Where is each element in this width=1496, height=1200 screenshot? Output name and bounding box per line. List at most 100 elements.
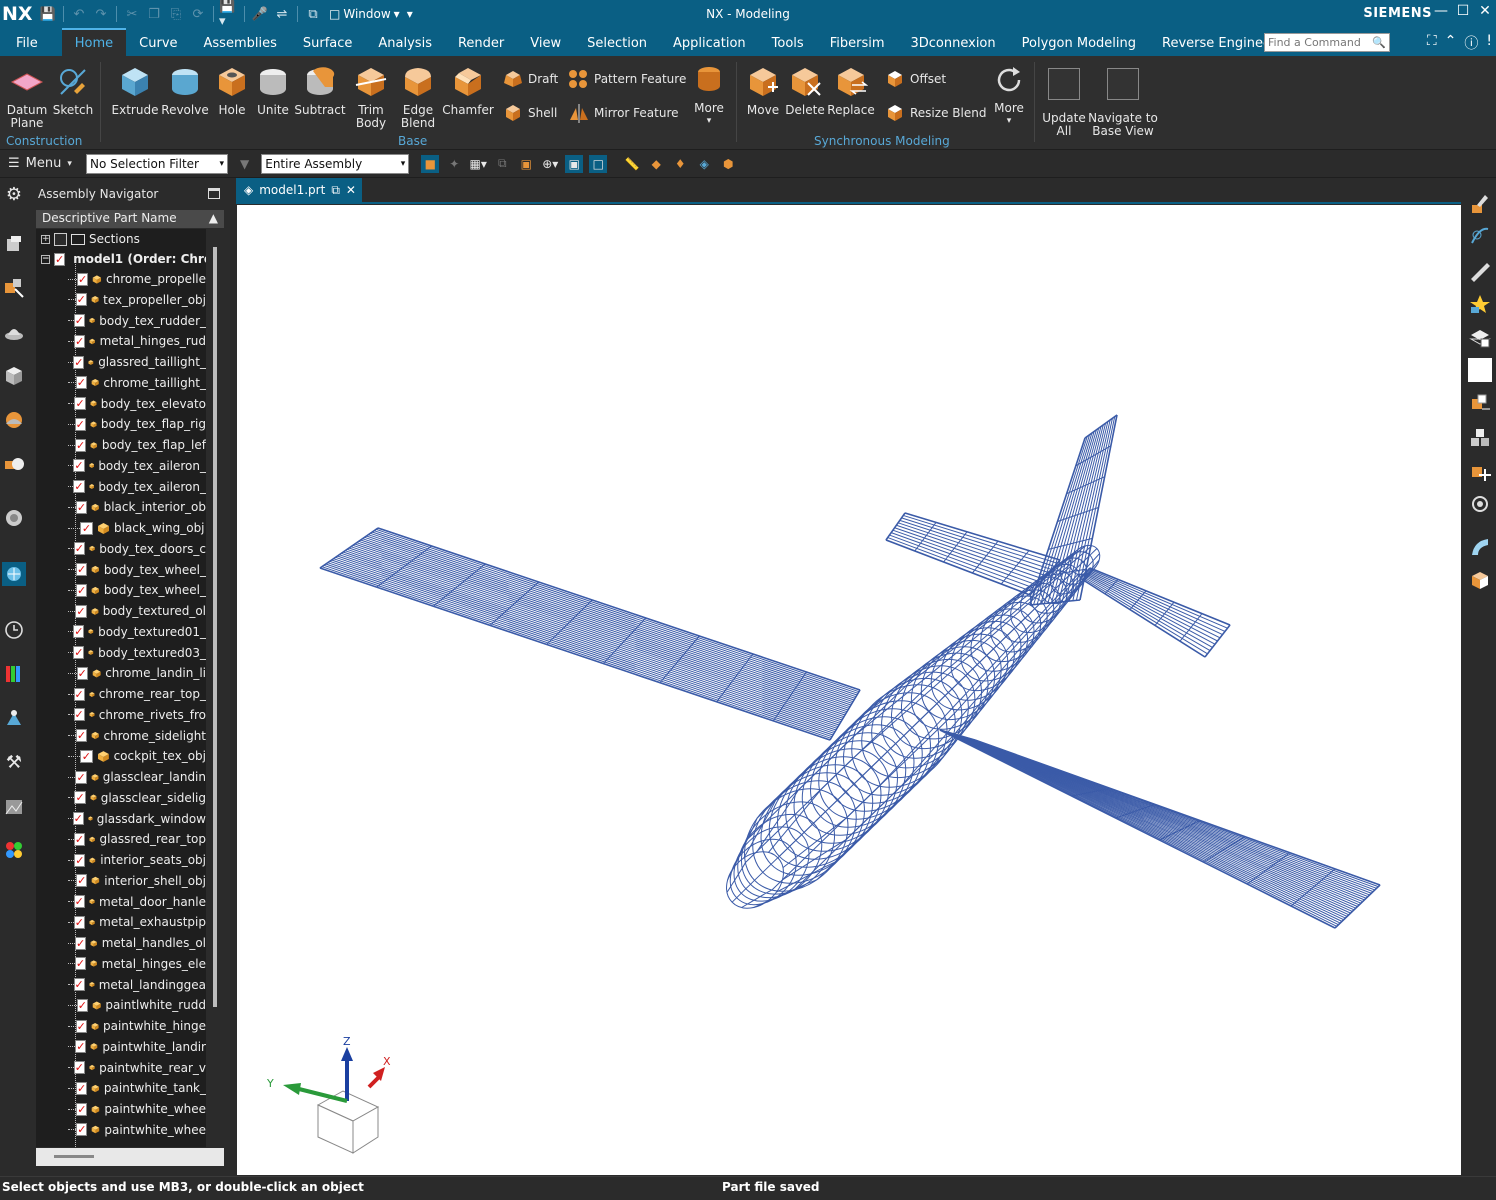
view-orient-icon[interactable]: ◆ bbox=[647, 155, 665, 173]
tree-node-sections[interactable]: + Sections bbox=[36, 229, 206, 249]
component-orange-icon[interactable] bbox=[1468, 392, 1492, 416]
close-icon[interactable]: ✕ bbox=[1478, 3, 1492, 19]
visibility-checkbox[interactable]: ✓ bbox=[74, 417, 86, 431]
blank-panel-icon[interactable] bbox=[1468, 358, 1492, 382]
tree-node-part[interactable]: ✓ metal_landinggea bbox=[36, 975, 206, 995]
tree-node-part[interactable]: ✓ glassred_taillight_ bbox=[36, 352, 206, 372]
tree-node-part[interactable]: ✓ interior_seats_obj bbox=[36, 850, 206, 870]
extrude-button[interactable]: Extrude bbox=[110, 64, 160, 117]
tree-node-part[interactable]: ✓ body_tex_rudder_ bbox=[36, 311, 206, 331]
close-icon[interactable]: ✕ bbox=[346, 183, 356, 197]
palette-icon[interactable] bbox=[2, 662, 26, 686]
visibility-checkbox[interactable]: ✓ bbox=[73, 1061, 85, 1074]
visibility-checkbox[interactable]: ✓ bbox=[76, 874, 88, 888]
navigator-hscrollbar[interactable] bbox=[36, 1148, 224, 1166]
visibility-checkbox[interactable]: ✓ bbox=[73, 459, 85, 473]
tree-node-part[interactable]: ✓ paintlwhite_rudd bbox=[36, 995, 206, 1015]
minimize-icon[interactable]: — bbox=[1434, 3, 1448, 19]
visibility-checkbox[interactable]: ✓ bbox=[79, 749, 93, 763]
copy-icon[interactable]: ❐ bbox=[144, 4, 164, 24]
select-feature-icon[interactable]: ■ bbox=[421, 154, 440, 173]
tree-node-part[interactable]: ✓ chrome_rivets_fro bbox=[36, 705, 206, 725]
edit-section-icon[interactable]: ♦ bbox=[671, 155, 689, 173]
find-command-input[interactable]: Find a Command 🔍 bbox=[1264, 33, 1390, 52]
tree-node-part[interactable]: ✓ body_textured03_ bbox=[36, 643, 206, 663]
tools-icon[interactable]: ⚒ bbox=[2, 750, 26, 774]
tree-node-part[interactable]: ✓ paintwhite_rear_v bbox=[36, 1058, 206, 1078]
gear-icon[interactable]: ⚙ bbox=[2, 182, 26, 206]
point-snap-icon[interactable]: ⊕▾ bbox=[541, 155, 559, 173]
document-tab-model1[interactable]: ◈ model1.prt ⧉ ✕ bbox=[236, 178, 362, 202]
tree-node-part[interactable]: ✓ metal_hinges_ele bbox=[36, 954, 206, 974]
surface-icon[interactable] bbox=[1468, 536, 1492, 560]
constraint-navigator-icon[interactable] bbox=[2, 320, 26, 344]
window-menu[interactable]: □ Window ▾ ▾ bbox=[329, 7, 413, 21]
help-icon[interactable]: ⓘ bbox=[1464, 33, 1478, 53]
visibility-checkbox[interactable]: ✓ bbox=[75, 438, 87, 452]
datum-plane-button[interactable]: Datum Plane bbox=[6, 64, 48, 130]
snap-point-icon[interactable]: ▣ bbox=[517, 155, 535, 173]
resize-blend-button[interactable]: Resize Blend bbox=[884, 102, 986, 124]
trim-body-button[interactable]: Trim Body bbox=[346, 64, 396, 130]
tree-node-part[interactable]: ✓ body_textured01_ bbox=[36, 622, 206, 642]
shell-button[interactable]: Shell bbox=[502, 102, 557, 124]
tab-selection[interactable]: Selection bbox=[574, 28, 660, 56]
cut-icon[interactable]: ✂ bbox=[122, 4, 142, 24]
select-snap-icon[interactable]: ⧉ bbox=[493, 155, 511, 173]
tree-node-part[interactable]: ✓ paintwhite_landir bbox=[36, 1037, 206, 1057]
view-triad[interactable]: Z Y X bbox=[263, 1035, 403, 1165]
tree-node-part[interactable]: ✓ black_wing_obj bbox=[36, 518, 206, 538]
visibility-checkbox[interactable]: ✓ bbox=[75, 604, 87, 618]
visibility-checkbox[interactable]: ✓ bbox=[75, 729, 88, 742]
tree-node-part[interactable]: ✓ chrome_rear_top_ bbox=[36, 684, 206, 704]
tree-node-part[interactable]: ✓ body_tex_wheel_ bbox=[36, 560, 206, 580]
select-component-icon[interactable]: ✦ bbox=[445, 155, 463, 173]
system-materials-icon[interactable] bbox=[2, 794, 26, 818]
save-icon[interactable]: 💾 bbox=[38, 4, 58, 24]
tree-node-part[interactable]: ✓ body_tex_doors_c bbox=[36, 539, 206, 559]
selection-filter-select[interactable]: No Selection Filter ▾ bbox=[86, 153, 228, 174]
web-browser-icon[interactable] bbox=[2, 452, 26, 476]
repeat-command-icon[interactable]: ⟳ bbox=[188, 4, 208, 24]
tab-analysis[interactable]: Analysis bbox=[365, 28, 445, 56]
collapse-ribbon-icon[interactable]: ⌃ bbox=[1445, 33, 1457, 53]
ruler-icon[interactable] bbox=[1468, 260, 1492, 284]
visibility-checkbox[interactable]: ✓ bbox=[73, 687, 85, 701]
tree-node-part[interactable]: ✓ paintwhite_whee bbox=[36, 1120, 206, 1140]
visibility-checkbox[interactable]: ✓ bbox=[73, 978, 85, 991]
visibility-checkbox[interactable]: ✓ bbox=[73, 542, 85, 556]
process-studio-icon[interactable] bbox=[2, 562, 26, 586]
tab-tools[interactable]: Tools bbox=[759, 28, 817, 56]
sketch-button[interactable]: Sketch bbox=[52, 64, 94, 117]
tree-node-part[interactable]: ✓ chrome_propelle bbox=[36, 269, 206, 289]
tree-node-part[interactable]: ✓ interior_shell_obj bbox=[36, 871, 206, 891]
more-sync-button[interactable]: More ▾ bbox=[988, 62, 1030, 128]
paste-icon[interactable]: ⎘ bbox=[166, 4, 186, 24]
visibility-checkbox[interactable]: ✓ bbox=[75, 500, 88, 514]
visibility-checkbox[interactable]: ✓ bbox=[72, 812, 84, 825]
visibility-checkbox[interactable]: ✓ bbox=[75, 563, 88, 576]
visibility-checkbox[interactable]: ✓ bbox=[73, 334, 86, 348]
tree-node-part[interactable]: ✓ metal_door_hanle bbox=[36, 892, 206, 912]
curve-tool-icon[interactable] bbox=[1468, 224, 1492, 248]
alert-icon[interactable]: ! bbox=[1486, 33, 1492, 53]
visibility-checkbox[interactable]: ✓ bbox=[76, 1102, 88, 1116]
visibility-checkbox[interactable]: ✓ bbox=[76, 998, 88, 1012]
part-navigator-icon[interactable] bbox=[2, 232, 26, 256]
tab-file[interactable]: File bbox=[0, 28, 62, 56]
tree-node-part[interactable]: ✓ chrome_sidelight bbox=[36, 726, 206, 746]
wireframe-view-icon[interactable]: □ bbox=[589, 154, 608, 173]
highlight-icon[interactable]: ◈ bbox=[695, 155, 713, 173]
more-base-button[interactable]: More ▾ bbox=[688, 62, 730, 128]
mirror-feature-button[interactable]: Mirror Feature bbox=[568, 102, 679, 124]
visibility-checkbox[interactable]: ✓ bbox=[76, 1081, 88, 1095]
tree-node-part[interactable]: ✓ body_tex_aileron_ bbox=[36, 477, 206, 497]
hd3d-tools-icon[interactable] bbox=[2, 408, 26, 432]
tree-node-part[interactable]: ✓ tex_propeller_obj bbox=[36, 290, 206, 310]
tab-assemblies[interactable]: Assemblies bbox=[191, 28, 290, 56]
visibility-checkbox[interactable]: ✓ bbox=[75, 1019, 87, 1033]
subtract-button[interactable]: Subtract bbox=[294, 64, 346, 117]
draft-button[interactable]: Draft bbox=[502, 68, 558, 90]
tree-node-part[interactable]: ✓ glassdark_window bbox=[36, 809, 206, 829]
undo-icon[interactable]: ↶ bbox=[69, 4, 89, 24]
